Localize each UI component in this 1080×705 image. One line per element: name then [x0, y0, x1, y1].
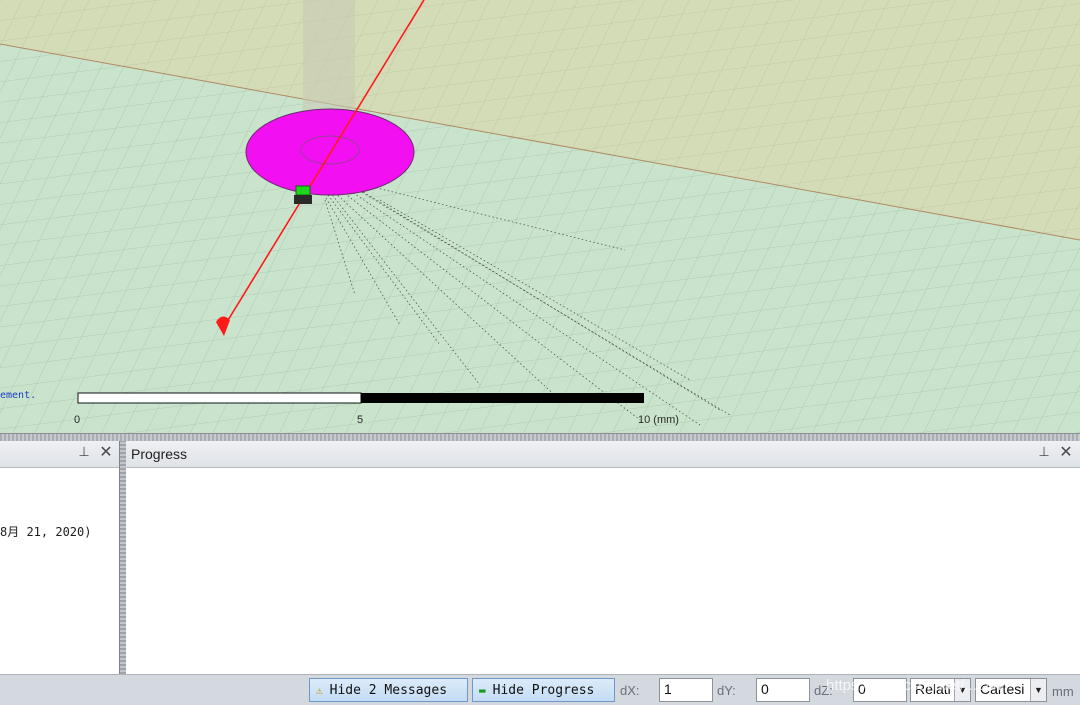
hide-messages-button[interactable]: ⚠ Hide 2 Messages [309, 678, 468, 702]
ruler-white-segment [77, 392, 362, 404]
dz-label: dZ: [814, 683, 833, 698]
progress-icon: ▬ [479, 683, 486, 697]
close-icon[interactable]: ✕ [1058, 442, 1074, 462]
dz-input[interactable]: 0 [853, 678, 907, 702]
ruler-label-10: 10 (mm) [638, 414, 679, 426]
chevron-down-icon: ▼ [954, 679, 970, 701]
shaft [303, 0, 355, 112]
ruler-label-5: 5 [357, 414, 364, 426]
status-bar: ⚠ Hide 2 Messages ▬ Hide Progress dX: 1 … [0, 674, 1080, 705]
hide-messages-label: Hide 2 Messages [329, 682, 448, 698]
unit-label: mm [1052, 684, 1074, 699]
coordinate-system-select[interactable]: Cartesi ▼ [975, 678, 1047, 702]
message-line: 8月 21, 2020) [0, 525, 92, 539]
disc-object [245, 108, 415, 196]
modeler-viewport[interactable]: ement. 0 5 10 (mm) [0, 0, 1080, 433]
chevron-down-icon: ▼ [1030, 679, 1046, 701]
ruler-black-segment [361, 393, 644, 403]
hide-progress-label: Hide Progress [492, 682, 595, 698]
hide-progress-button[interactable]: ▬ Hide Progress [472, 678, 615, 702]
relative-mode-select[interactable]: Relati ▼ [910, 678, 971, 702]
dx-label: dX: [620, 683, 640, 698]
dy-label: dY: [717, 683, 736, 698]
coordinate-system-value: Cartesi [980, 681, 1025, 697]
warning-icon: ⚠ [316, 683, 323, 697]
status-text: ement. [0, 390, 37, 401]
dx-input[interactable]: 1 [659, 678, 713, 702]
pin-icon[interactable]: ⊥ [76, 444, 92, 460]
origin-marker-dark [294, 195, 312, 204]
scene-canvas[interactable] [0, 0, 1080, 433]
pin-icon[interactable]: ⊥ [1036, 444, 1052, 460]
close-icon[interactable]: ✕ [98, 442, 114, 462]
message-panel: ⊥ ✕ 8月 21, 2020) [0, 441, 119, 674]
ruler-label-0: 0 [74, 414, 81, 426]
message-panel-header: ⊥ ✕ [0, 441, 119, 468]
progress-panel: Progress ⊥ ✕ [126, 441, 1080, 674]
progress-panel-title: Progress [131, 446, 188, 462]
relative-mode-value: Relati [915, 681, 951, 697]
progress-panel-header: Progress ⊥ ✕ [126, 441, 1080, 468]
dy-input[interactable]: 0 [756, 678, 810, 702]
origin-marker-green [295, 185, 311, 196]
